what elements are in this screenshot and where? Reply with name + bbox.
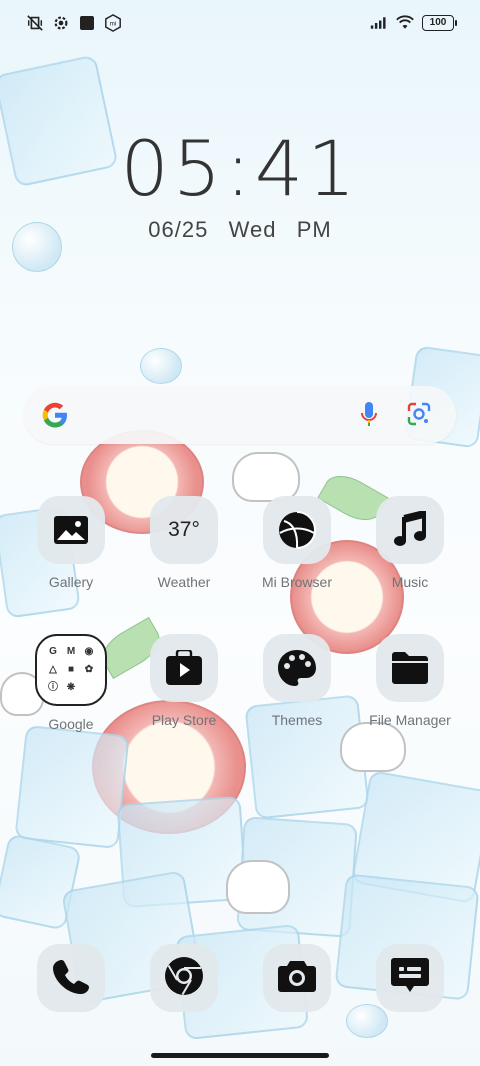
dock-chrome[interactable] [150,944,218,1012]
dock-messages[interactable] [376,944,444,1012]
mic-icon[interactable] [360,401,378,434]
svg-text:mi: mi [110,21,117,28]
photos-mini-icon: ✿ [84,664,94,675]
muted-vibrate-icon [26,14,44,32]
app-music[interactable]: Music [354,496,466,590]
google-folder-icon: G M ◉ △ ■ ✿ ⓘ ❋ [35,634,107,706]
weather-temperature: 37° [168,518,200,541]
dock-phone[interactable] [37,944,105,1012]
music-note-icon [376,496,444,564]
play-store-icon [150,634,218,702]
mi-shield-icon: mi [104,14,122,32]
chrome-icon [164,956,204,1001]
google-mini-icon: G [49,646,57,657]
app-label: Gallery [48,574,94,590]
cat-decoration [340,722,406,772]
cat-decoration [226,860,290,914]
app-google-folder[interactable]: G M ◉ △ ■ ✿ ⓘ ❋ Google [15,634,127,732]
gmail-mini-icon: M [66,646,76,657]
weather-icon: 37° [150,496,218,564]
settings-gear-icon [52,14,70,32]
google-lens-icon[interactable] [406,401,432,432]
app-label: Music [391,574,429,590]
app-label: Themes [271,712,323,728]
meet-mini-icon: ■ [67,664,75,675]
google-g-icon [40,400,70,430]
battery-indicator: 100 [422,15,457,31]
bubble-decoration [140,348,182,384]
app-label: Play Store [151,712,217,728]
status-bar: mi 100 [0,0,480,48]
clock-weekday: Wed [228,217,277,242]
app-weather[interactable]: 37° Weather [128,496,240,590]
app-label: Weather [157,574,211,590]
wifi-icon [396,14,414,32]
bubble-decoration [346,1004,388,1038]
pinwheel-mini-icon: ❋ [66,682,76,693]
browser-icon [263,496,331,564]
maps-mini-icon: ◉ [84,646,94,657]
google-search-bar[interactable] [24,386,456,444]
dock-camera[interactable] [263,944,331,1012]
ice-cube-decoration [116,795,248,909]
gallery-icon [37,496,105,564]
app-label: File Manager [369,712,451,728]
app-gallery[interactable]: Gallery [15,496,127,590]
ice-cube-decoration [236,816,358,938]
app-themes[interactable]: Themes [241,634,353,728]
app-label: Google [48,716,94,732]
empty-mini-slot [82,681,96,695]
status-right-icons: 100 [370,14,457,32]
clock-time: 05:41 [120,124,360,213]
folder-icon [376,634,444,702]
clock-date: 06/25 [148,217,209,242]
clock-date-line: 06/25 Wed PM [0,217,480,243]
app-mi-browser[interactable]: Mi Browser [241,496,353,590]
drive-mini-icon: △ [49,664,57,675]
cat-decoration [232,452,300,502]
messages-icon [390,957,430,1000]
app-file-manager[interactable]: File Manager [354,634,466,728]
ice-cube-decoration [0,833,82,931]
camera-icon [277,959,317,998]
status-left-icons: mi [26,14,122,32]
cell-signal-icon [370,14,388,32]
clock-ampm: PM [296,217,332,242]
phone-icon [53,958,89,999]
folder-mini-icons: G M ◉ △ ■ ✿ ⓘ ❋ [46,645,96,695]
app-label: Mi Browser [261,574,332,590]
square-app-icon [78,14,96,32]
one-mini-icon: ⓘ [48,682,58,693]
palette-icon [263,634,331,702]
ice-cube-decoration [14,724,130,850]
ice-cube-decoration [351,770,480,904]
app-play-store[interactable]: Play Store [128,634,240,728]
clock-widget[interactable]: 05:41 06/25 Wed PM [0,124,480,243]
gesture-home-bar[interactable] [151,1053,329,1058]
